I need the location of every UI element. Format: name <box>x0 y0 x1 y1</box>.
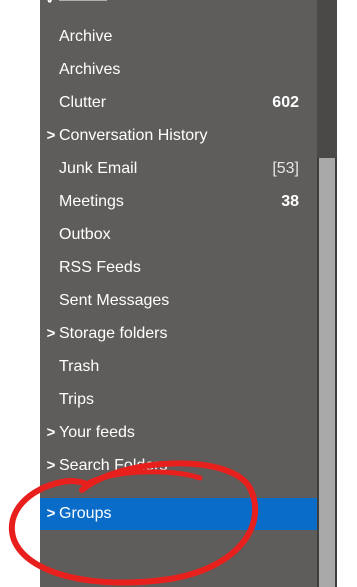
vertical-scrollbar[interactable] <box>317 0 337 587</box>
folder-label: Search Folders <box>59 457 168 474</box>
folder-item-groups[interactable]: > Groups <box>40 498 317 530</box>
folder-item-partial[interactable]: ˅ ——— <box>40 0 317 10</box>
folder-label: Outbox <box>59 226 111 243</box>
chevron-right-icon[interactable]: > <box>45 417 57 449</box>
folder-item-archive[interactable]: Archive <box>40 21 317 53</box>
chevron-right-icon[interactable]: > <box>45 318 57 350</box>
folder-item-your-feeds[interactable]: > Your feeds <box>40 417 317 449</box>
folder-label-partial: ——— <box>59 0 107 10</box>
folder-item-trips[interactable]: Trips <box>40 384 317 416</box>
folder-item-sent-messages[interactable]: Sent Messages <box>40 285 317 317</box>
folder-label: Archive <box>59 28 113 45</box>
chevron-right-icon[interactable]: > <box>45 498 57 530</box>
folder-item-conversation-history[interactable]: > Conversation History <box>40 120 317 152</box>
chevron-down-icon[interactable]: ˅ <box>45 0 54 10</box>
folder-label: Sent Messages <box>59 292 170 309</box>
folder-label: Conversation History <box>59 127 208 144</box>
window-edge <box>337 0 357 587</box>
scrollbar-lane[interactable] <box>317 0 337 158</box>
scrollbar-thumb[interactable] <box>319 158 335 587</box>
folder-label: Groups <box>59 505 112 522</box>
chevron-right-icon[interactable]: > <box>45 120 57 152</box>
folder-item-clutter[interactable]: Clutter 602 <box>40 87 317 119</box>
folder-item-rss-feeds[interactable]: RSS Feeds <box>40 252 317 284</box>
folder-pane: ˅ ——— Archive Archives Clutter 602 > Con… <box>40 0 317 587</box>
folder-item-archives[interactable]: Archives <box>40 54 317 86</box>
folder-label: Storage folders <box>59 325 168 342</box>
folder-label: Archives <box>59 61 121 78</box>
folder-label: Your feeds <box>59 424 135 441</box>
folder-item-meetings[interactable]: Meetings 38 <box>40 186 317 218</box>
folder-label: Clutter <box>59 94 107 111</box>
item-count: [53] <box>272 160 299 177</box>
chevron-right-icon[interactable]: > <box>45 450 57 482</box>
folder-label: Trash <box>59 358 100 375</box>
unread-count: 602 <box>272 94 299 111</box>
folder-item-junk-email[interactable]: Junk Email [53] <box>40 153 317 185</box>
folder-item-trash[interactable]: Trash <box>40 351 317 383</box>
folder-label: RSS Feeds <box>59 259 141 276</box>
folder-item-storage-folders[interactable]: > Storage folders <box>40 318 317 350</box>
folder-item-outbox[interactable]: Outbox <box>40 219 317 251</box>
folder-item-search-folders[interactable]: > Search Folders <box>40 450 317 482</box>
unread-count: 38 <box>281 193 299 210</box>
folder-label: Trips <box>59 391 94 408</box>
folder-label: Meetings <box>59 193 124 210</box>
folder-label: Junk Email <box>59 160 138 177</box>
